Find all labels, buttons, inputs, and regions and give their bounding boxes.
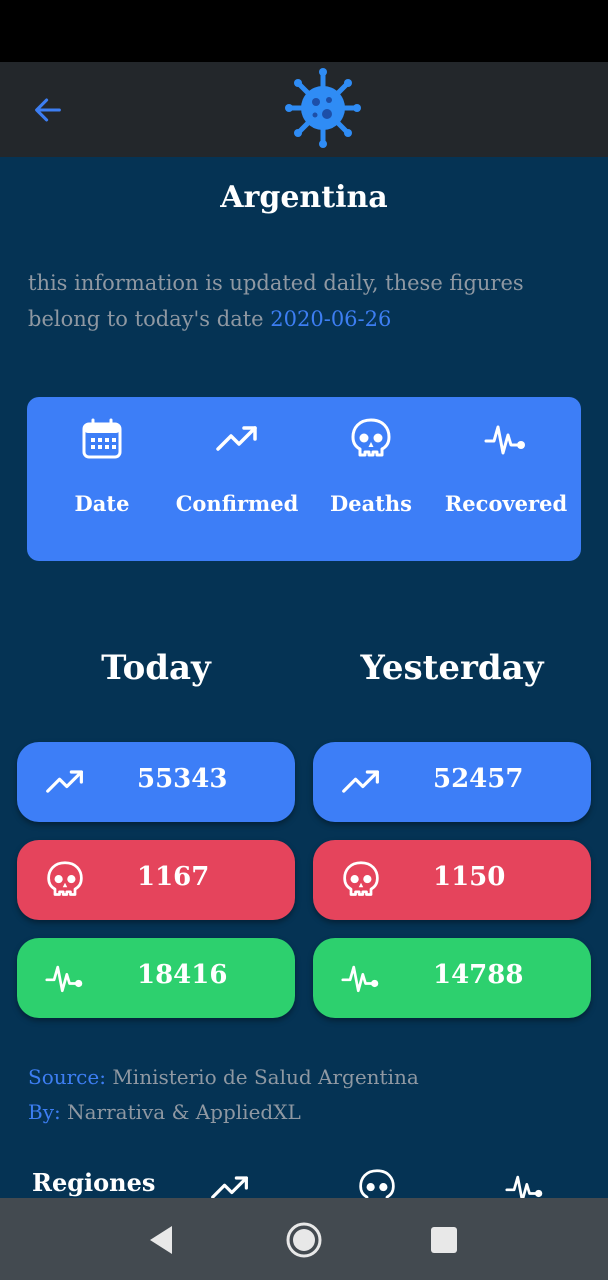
update-date: 2020-06-26: [270, 307, 392, 331]
heartbeat-icon: [505, 1175, 543, 1200]
legend-label-confirmed: Confirmed: [175, 491, 299, 516]
trending-up-icon: [342, 770, 379, 793]
skull-icon: [343, 861, 379, 896]
today-heading: Today: [101, 648, 211, 688]
heartbeat-icon: [341, 965, 379, 993]
today-deaths-card: 1167: [17, 840, 295, 920]
by-line: By: Narrativa & AppliedXL: [28, 1095, 419, 1130]
source-key: Source:: [28, 1065, 106, 1089]
today-confirmed-value: 55343: [137, 764, 228, 794]
source-line: Source: Ministerio de Salud Argentina: [28, 1060, 419, 1095]
app-bar: [0, 62, 608, 157]
heartbeat-icon: [484, 425, 525, 455]
arrow-left-icon: [35, 98, 61, 122]
skull-icon: [351, 418, 391, 457]
legend-item-confirmed: Confirmed: [168, 397, 306, 561]
legend-item-deaths: Deaths: [302, 397, 440, 561]
system-nav-bar: [0, 1198, 608, 1280]
legend-label-deaths: Deaths: [330, 491, 412, 516]
source-value: Ministerio de Salud Argentina: [112, 1065, 419, 1089]
skull-icon: [359, 1169, 395, 1200]
regiones-header: Regiones: [0, 1162, 608, 1200]
by-value: Narrativa & AppliedXL: [67, 1100, 301, 1124]
nav-recents-icon[interactable]: [424, 1220, 464, 1260]
nav-back-icon[interactable]: [142, 1220, 182, 1260]
yesterday-recovered-card: 14788: [313, 938, 591, 1018]
nav-home-icon[interactable]: [284, 1220, 324, 1260]
today-recovered-value: 18416: [137, 960, 228, 990]
yesterday-confirmed-card: 52457: [313, 742, 591, 822]
virus-icon: [285, 68, 361, 148]
yesterday-deaths-card: 1150: [313, 840, 591, 920]
update-info: this information is updated daily, these…: [28, 265, 588, 337]
back-button[interactable]: [28, 90, 68, 130]
today-deaths-value: 1167: [137, 862, 210, 892]
yesterday-recovered-value: 14788: [433, 960, 524, 990]
yesterday-heading: Yesterday: [360, 648, 544, 688]
source-block: Source: Ministerio de Salud Argentina By…: [28, 1060, 419, 1130]
legend-label-date: Date: [74, 491, 130, 516]
today-recovered-card: 18416: [17, 938, 295, 1018]
legend-panel: Date Confirmed Deaths Recovered: [27, 397, 581, 561]
heartbeat-icon: [45, 965, 83, 993]
calendar-icon: [82, 418, 122, 459]
legend-item-recovered: Recovered: [437, 397, 575, 561]
legend-item-date: Date: [33, 397, 171, 561]
skull-icon: [47, 861, 83, 896]
yesterday-deaths-value: 1150: [433, 862, 506, 892]
regiones-label: Regiones: [32, 1168, 156, 1197]
legend-label-recovered: Recovered: [444, 491, 568, 516]
trending-up-icon: [216, 426, 257, 451]
yesterday-confirmed-value: 52457: [433, 764, 524, 794]
country-title: Argentina: [220, 180, 388, 215]
status-bar: [0, 0, 608, 62]
today-confirmed-card: 55343: [17, 742, 295, 822]
by-key: By:: [28, 1100, 61, 1124]
trending-up-icon: [46, 770, 83, 793]
trending-up-icon: [211, 1176, 248, 1199]
